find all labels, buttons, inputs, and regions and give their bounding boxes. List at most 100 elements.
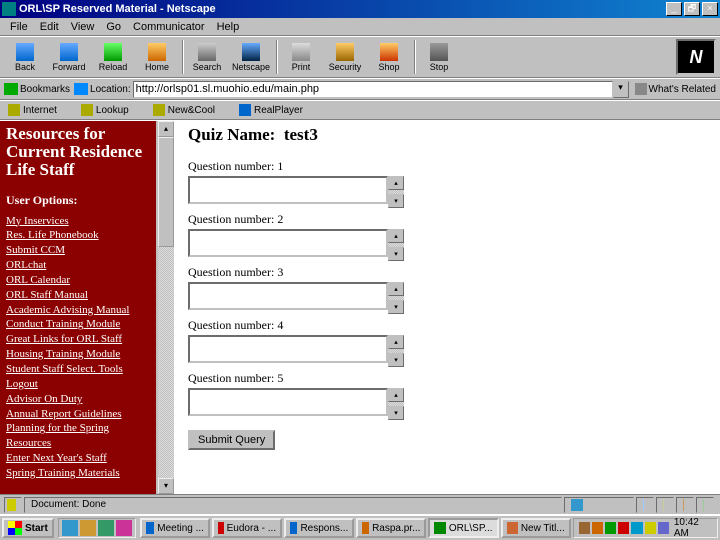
q3-label: Question number: 3: [188, 265, 706, 280]
window-title: ORL\SP Reserved Material - Netscape: [19, 3, 666, 15]
q4-input[interactable]: [188, 335, 388, 363]
scroll-track[interactable]: [158, 247, 174, 478]
component-icon: [571, 499, 583, 511]
sidebar-item-submit-ccm[interactable]: Submit CCM: [6, 243, 150, 258]
scroll-thumb[interactable]: [158, 137, 174, 247]
sidebar-item-housing-training[interactable]: Housing Training Module: [6, 347, 150, 362]
newsgroup-icon[interactable]: [663, 499, 664, 511]
reload-button[interactable]: Reload: [92, 38, 134, 76]
sidebar-item-advisor-duty[interactable]: Advisor On Duty: [6, 392, 150, 407]
back-button[interactable]: Back: [4, 38, 46, 76]
sidebar-item-conduct-training[interactable]: Conduct Training Module: [6, 317, 150, 332]
q4-scrollbar[interactable]: ▴▾: [388, 335, 404, 367]
search-button[interactable]: Search: [186, 38, 228, 76]
sidebar-item-calendar[interactable]: ORL Calendar: [6, 273, 150, 288]
sidebar-item-planning-spring[interactable]: Planning for the Spring: [6, 421, 150, 436]
url-dropdown-button[interactable]: ▾: [613, 81, 629, 98]
q5-input[interactable]: [188, 388, 388, 416]
clock[interactable]: 10:42 AM: [674, 517, 713, 539]
sidebar-item-inservices[interactable]: My Inservices: [6, 214, 150, 229]
pt-lookup[interactable]: Lookup: [81, 104, 141, 116]
tray-volume-icon[interactable]: [645, 522, 656, 534]
composer-icon[interactable]: [703, 499, 704, 511]
sidebar-item-orlchat[interactable]: ORLchat: [6, 258, 150, 273]
tray-icon-4[interactable]: [618, 522, 629, 534]
menu-bar: File Edit View Go Communicator Help: [0, 18, 720, 36]
q1-scrollbar[interactable]: ▴▾: [388, 176, 404, 208]
stop-icon: [430, 43, 448, 61]
quick-launch: [58, 518, 136, 538]
sidebar-item-next-year-staff[interactable]: Enter Next Year's Staff: [6, 451, 150, 466]
location-label: Location:: [74, 83, 131, 95]
q5-scrollbar[interactable]: ▴▾: [388, 388, 404, 420]
bookmarks-button[interactable]: Bookmarks: [4, 83, 70, 95]
restore-button[interactable]: 🗗: [684, 2, 700, 16]
sidebar-item-annual-report[interactable]: Annual Report Guidelines: [6, 407, 150, 422]
sidebar-item-phonebook[interactable]: Res. Life Phonebook: [6, 228, 150, 243]
print-button[interactable]: Print: [280, 38, 322, 76]
task-respons[interactable]: Respons...: [284, 518, 354, 538]
pt-realplayer[interactable]: RealPlayer: [239, 104, 315, 116]
sidebar-item-staff-manual[interactable]: ORL Staff Manual: [6, 288, 150, 303]
q3-input[interactable]: [188, 282, 388, 310]
url-input[interactable]: [133, 81, 613, 98]
link-icon: [239, 104, 251, 116]
whats-related-button[interactable]: What's Related: [633, 83, 717, 95]
minimize-button[interactable]: _: [666, 2, 682, 16]
security-lock-icon: [7, 499, 16, 511]
stop-button[interactable]: Stop: [418, 38, 460, 76]
pt-internet[interactable]: Internet: [8, 104, 69, 116]
tray-icon-3[interactable]: [605, 522, 616, 534]
sidebar-item-advising-manual[interactable]: Academic Advising Manual: [6, 303, 150, 318]
menu-file[interactable]: File: [4, 19, 34, 35]
sidebar-item-select-tools[interactable]: Student Staff Select. Tools: [6, 362, 150, 377]
submit-button[interactable]: Submit Query: [188, 430, 275, 450]
sidebar-item-logout[interactable]: Logout: [6, 377, 150, 392]
shop-icon: [380, 43, 398, 61]
task-eudora[interactable]: Eudora - ...: [212, 518, 282, 538]
main-panel: Quiz Name: test3 Question number: 1 ▴▾ Q…: [174, 121, 720, 494]
ql-icon-2[interactable]: [80, 520, 96, 536]
menu-view[interactable]: View: [65, 19, 101, 35]
close-button[interactable]: ×: [702, 2, 718, 16]
task-newtitle[interactable]: New Titl...: [501, 518, 571, 538]
system-tray: 10:42 AM: [573, 518, 718, 538]
folder-icon: [81, 104, 93, 116]
sidebar-item-great-links[interactable]: Great Links for ORL Staff: [6, 332, 150, 347]
bookmarks-icon: [4, 83, 18, 95]
menu-go[interactable]: Go: [100, 19, 127, 35]
tray-icon-2[interactable]: [592, 522, 603, 534]
netscape-button[interactable]: Netscape: [230, 38, 272, 76]
sidebar-scrollbar[interactable]: ▴ ▾: [158, 121, 174, 494]
shop-button[interactable]: Shop: [368, 38, 410, 76]
home-button[interactable]: Home: [136, 38, 178, 76]
addressbook-icon[interactable]: [683, 499, 684, 511]
tray-icon-1[interactable]: [579, 522, 590, 534]
task-raspa[interactable]: Raspa.pr...: [356, 518, 426, 538]
ql-icon-4[interactable]: [116, 520, 132, 536]
start-button[interactable]: Start: [2, 518, 54, 538]
mail-icon[interactable]: [643, 499, 644, 511]
quiz-name-value: test3: [284, 125, 318, 144]
sidebar-item-resources[interactable]: Resources: [6, 436, 150, 451]
scroll-up-icon[interactable]: ▴: [158, 121, 174, 137]
task-orlsp[interactable]: ORL\SP...: [428, 518, 498, 538]
ql-icon-3[interactable]: [98, 520, 114, 536]
q3-scrollbar[interactable]: ▴▾: [388, 282, 404, 314]
ql-icon-1[interactable]: [62, 520, 78, 536]
menu-help[interactable]: Help: [211, 19, 246, 35]
menu-edit[interactable]: Edit: [34, 19, 65, 35]
tray-icon-7[interactable]: [658, 522, 669, 534]
netscape-app-icon: [2, 2, 16, 16]
menu-communicator[interactable]: Communicator: [127, 19, 211, 35]
q1-input[interactable]: [188, 176, 388, 204]
pt-newcool[interactable]: New&Cool: [153, 104, 227, 116]
scroll-down-icon[interactable]: ▾: [158, 478, 174, 494]
task-meeting[interactable]: Meeting ...: [140, 518, 210, 538]
forward-button[interactable]: Forward: [48, 38, 90, 76]
security-button[interactable]: Security: [324, 38, 366, 76]
sidebar-item-spring-training[interactable]: Spring Training Materials: [6, 466, 150, 481]
q2-scrollbar[interactable]: ▴▾: [388, 229, 404, 261]
tray-icon-5[interactable]: [631, 522, 642, 534]
q2-input[interactable]: [188, 229, 388, 257]
